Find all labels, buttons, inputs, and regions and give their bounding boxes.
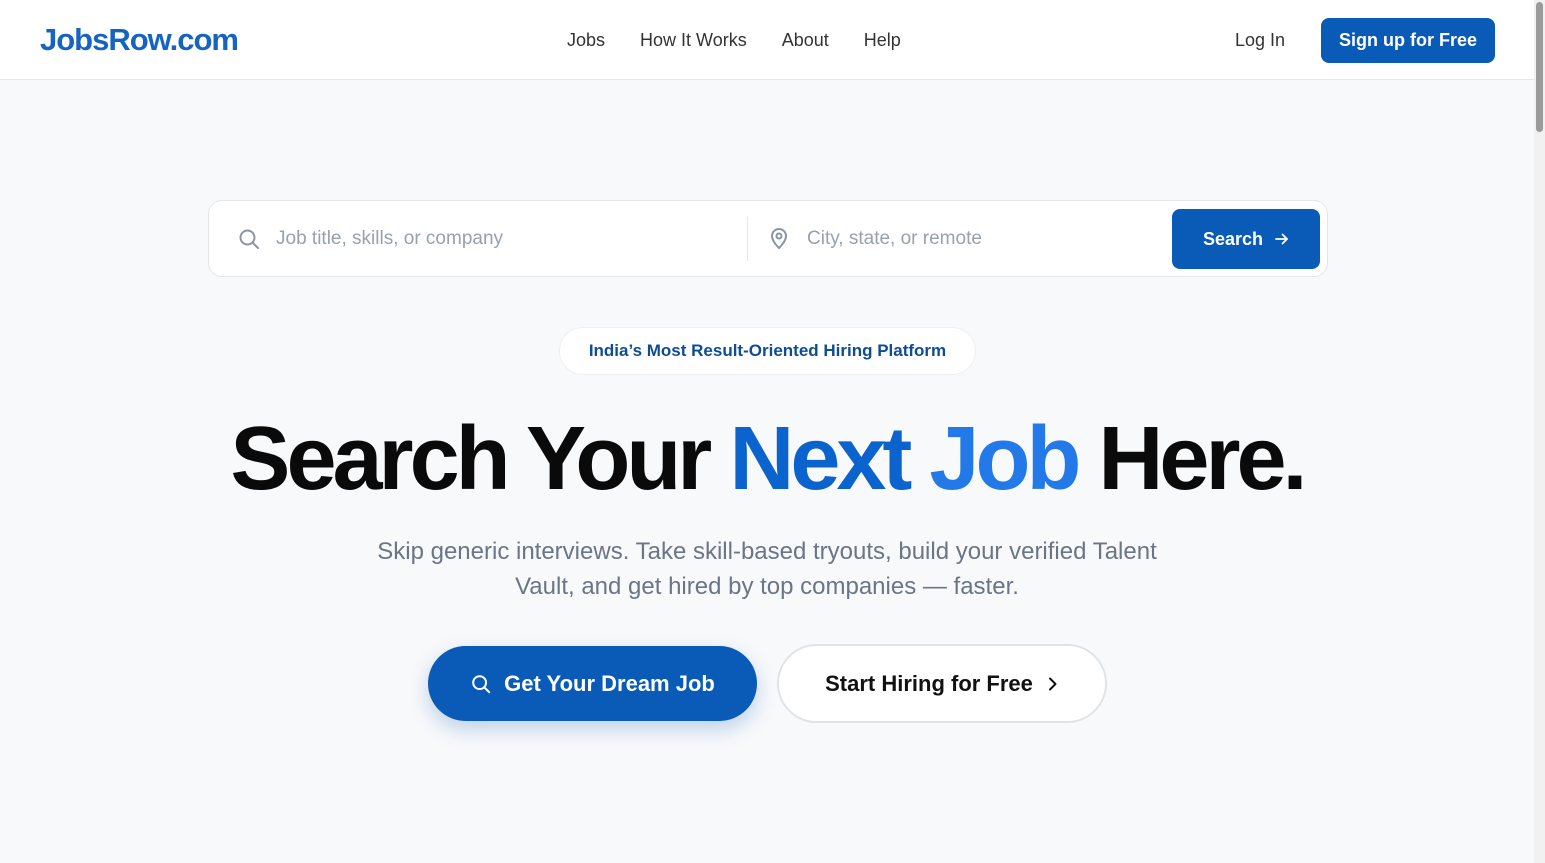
hero-badge: India’s Most Result-Oriented Hiring Plat… — [559, 327, 976, 375]
search-icon — [470, 673, 492, 695]
location-search-input[interactable] — [807, 225, 1157, 253]
hero-subtitle: Skip generic interviews. Take skill-base… — [377, 538, 1157, 600]
search-divider — [747, 217, 748, 261]
page: JobsRow.com Jobs How It Works About Help… — [0, 0, 1534, 863]
keyword-search-input[interactable] — [276, 225, 716, 253]
chevron-right-icon — [1047, 677, 1059, 691]
get-dream-job-button[interactable]: Get Your Dream Job — [428, 646, 757, 721]
search-button-label: Search — [1202, 228, 1264, 249]
headline-highlight-job: Job — [908, 409, 1081, 509]
headline-part-4: Here. — [1077, 409, 1307, 509]
site-logo[interactable]: JobsRow.com — [40, 22, 239, 58]
start-hiring-label: Start Hiring for Free — [825, 670, 1033, 696]
login-link[interactable]: Log In — [1235, 30, 1285, 51]
signup-button[interactable]: Sign up for Free — [1321, 18, 1495, 63]
job-search-bar: Search — [208, 200, 1328, 277]
start-hiring-button[interactable]: Start Hiring for Free — [777, 644, 1107, 723]
map-pin-icon — [767, 227, 791, 251]
headline-highlight-next: Next — [729, 409, 912, 509]
hero-headline: Search Your Next Job Here. — [0, 408, 1534, 511]
search-icon — [237, 227, 261, 251]
headline-part-1: Search Your — [230, 409, 730, 509]
scrollbar-thumb[interactable] — [1536, 2, 1543, 132]
main-nav: Jobs How It Works About Help — [567, 30, 901, 51]
nav-how-it-works[interactable]: How It Works — [640, 30, 747, 51]
nav-jobs[interactable]: Jobs — [567, 30, 605, 51]
arrow-right-icon — [1275, 232, 1289, 246]
page-scrollbar[interactable] — [1534, 0, 1545, 863]
get-dream-job-label: Get Your Dream Job — [504, 670, 715, 696]
search-button[interactable]: Search — [1172, 209, 1320, 269]
nav-help[interactable]: Help — [864, 30, 901, 51]
top-header: JobsRow.com Jobs How It Works About Help… — [0, 0, 1534, 80]
nav-about[interactable]: About — [782, 30, 829, 51]
